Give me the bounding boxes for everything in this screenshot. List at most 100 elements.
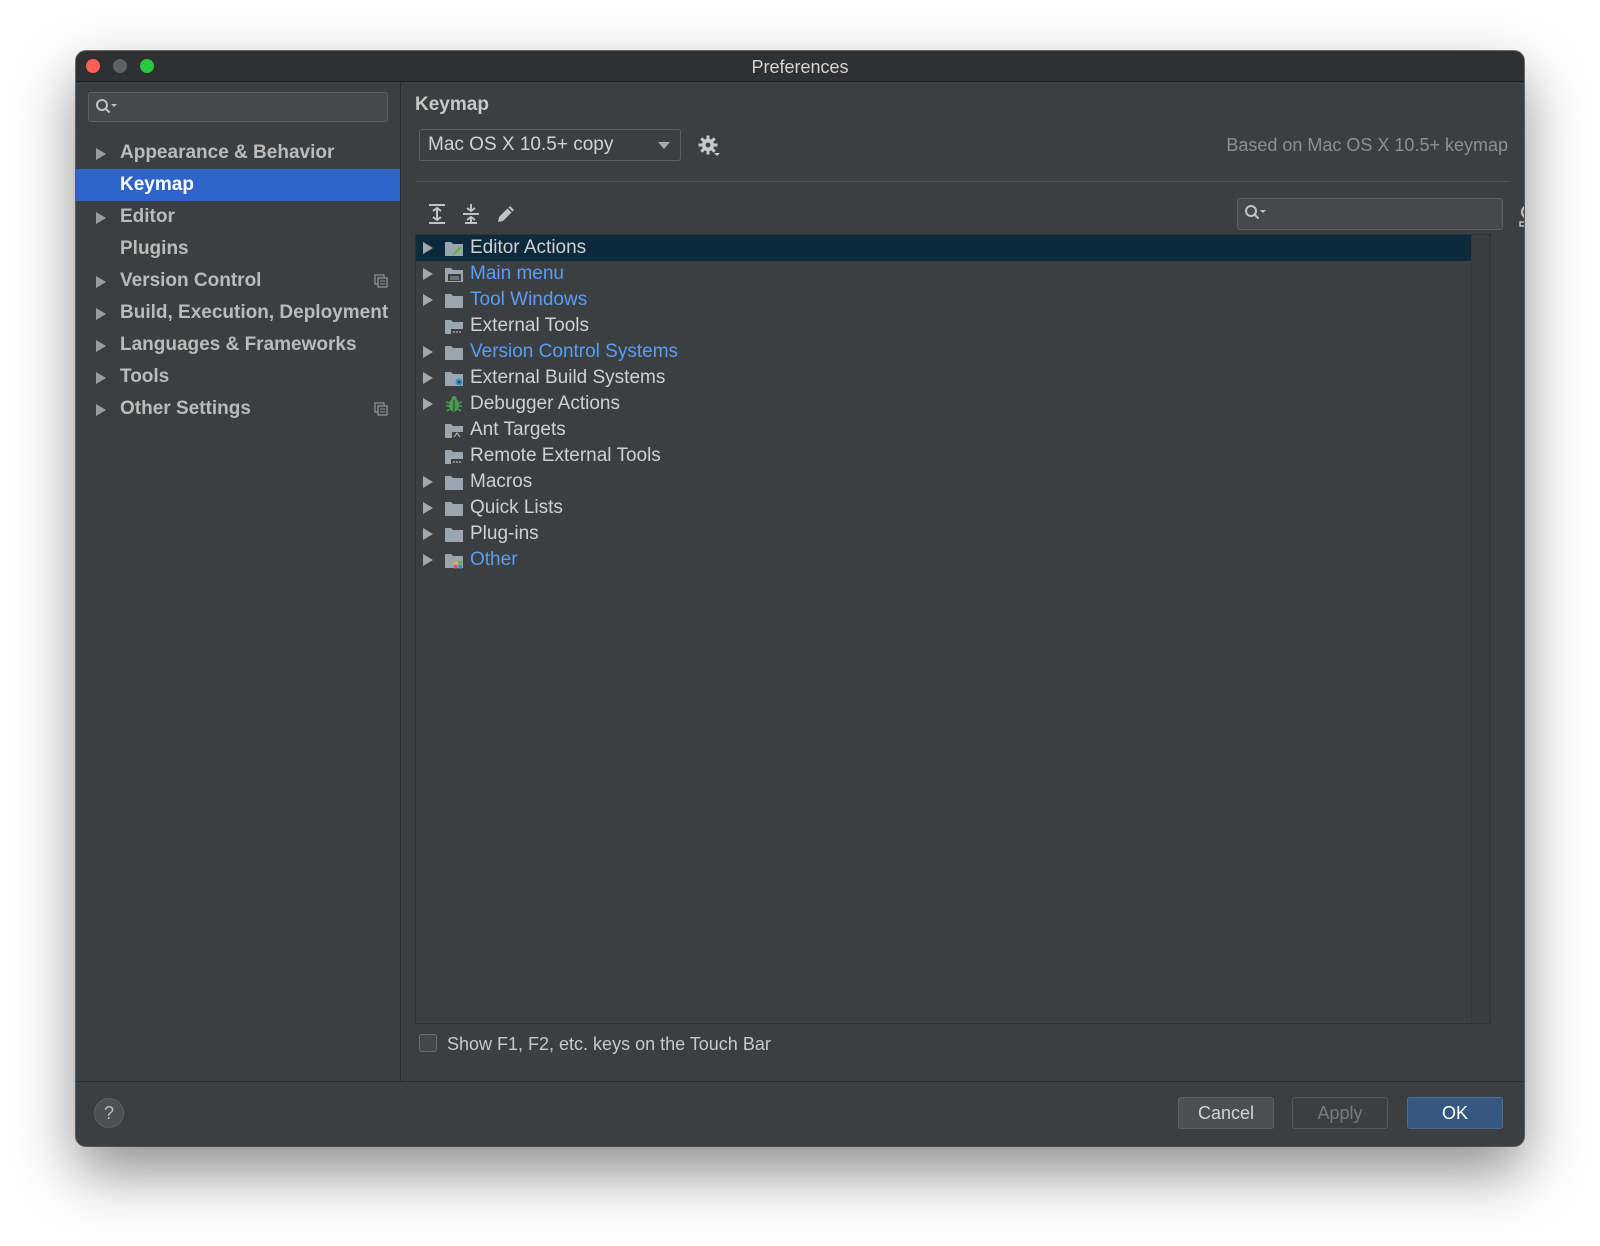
tree-item-label: Debugger Actions [470,393,620,414]
tree-item-version-control-systems[interactable]: Version Control Systems [416,339,1490,365]
tree-item-main-menu[interactable]: Main menu [416,261,1490,287]
page-title: Keymap [415,94,489,115]
expand-arrow-icon[interactable] [96,340,106,352]
tree-item-label: Tool Windows [470,289,588,310]
expand-arrow-icon[interactable] [423,242,433,254]
expand-arrow-icon[interactable] [96,308,106,320]
expand-arrow-icon[interactable] [423,554,433,566]
tree-item-macros[interactable]: Macros [416,469,1490,495]
search-icon [96,99,117,114]
expand-arrow-icon[interactable] [96,276,106,288]
settings-search-field[interactable] [88,92,388,122]
keymap-panel: Keymap Mac OS X 10.5+ copy Based on Mac … [401,82,1524,1082]
divider [415,181,1510,182]
sidebar-item-tools[interactable]: Tools [76,361,400,393]
tree-item-quick-lists[interactable]: Quick Lists [416,495,1490,521]
cancel-button[interactable]: Cancel [1178,1097,1274,1129]
sidebar-item-label: Keymap [120,174,194,195]
sidebar-item-plugins[interactable]: Plugins [76,233,400,265]
tree-item-label: Quick Lists [470,497,563,518]
sidebar-item-editor[interactable]: Editor [76,201,400,233]
tree-item-debugger-actions[interactable]: Debugger Actions [416,391,1490,417]
project-settings-icon [374,274,388,288]
expand-arrow-icon[interactable] [96,148,106,160]
keymap-select-value: Mac OS X 10.5+ copy [428,134,614,155]
tree-item-label: Macros [470,471,533,492]
sidebar-item-label: Version Control [120,270,262,291]
sidebar-item-languages-frameworks[interactable]: Languages & Frameworks [76,329,400,361]
sidebar-item-label: Build, Execution, Deployment [120,302,389,323]
sidebar-item-label: Other Settings [120,398,251,419]
find-by-shortcut-icon[interactable] [1517,202,1524,228]
tree-item-label: Editor Actions [470,237,587,258]
pencil-icon[interactable] [494,202,518,226]
settings-category-list: Appearance & Behavior Keymap Editor Plugins… [76,137,400,425]
search-icon [1245,205,1266,220]
tree-item-remote-external-tools[interactable]: Remote External Tools [416,443,1490,469]
expand-arrow-icon[interactable] [96,404,106,416]
window-title: Preferences [751,57,849,77]
settings-sidebar: Appearance & Behavior Keymap Editor Plugins… [76,82,401,1082]
tree-item-label: Version Control Systems [470,341,679,362]
expand-arrow-icon[interactable] [96,372,106,384]
expand-arrow-icon[interactable] [423,528,433,540]
folder-icon [445,346,463,360]
tree-item-label: External Build Systems [470,367,666,388]
help-button[interactable]: ? [94,1098,124,1128]
chevron-down-icon [658,142,670,149]
tree-item-external-build-systems[interactable]: External Build Systems [416,365,1490,391]
tree-item-label: Remote External Tools [470,445,661,466]
keymap-search-field[interactable] [1237,198,1503,230]
expand-arrow-icon[interactable] [423,294,433,306]
folder-icon [445,528,463,542]
collapse-all-icon[interactable] [459,202,483,226]
dialog-footer: ? Cancel Apply OK [76,1081,1524,1146]
sidebar-item-label: Appearance & Behavior [120,142,335,163]
tree-item-editor-actions[interactable]: Editor Actions [416,235,1472,261]
folder-icon [445,294,463,308]
expand-arrow-icon[interactable] [96,212,106,224]
build-systems-folder-icon [445,372,463,386]
tree-item-external-tools[interactable]: External Tools [416,313,1490,339]
expand-arrow-icon[interactable] [423,476,433,488]
main-menu-folder-icon [445,268,463,282]
touchbar-checkbox-label: Show F1, F2, etc. keys on the Touch Bar [447,1034,771,1054]
gear-icon[interactable] [697,134,721,158]
expand-arrow-icon[interactable] [423,502,433,514]
keymap-select[interactable]: Mac OS X 10.5+ copy [419,129,681,161]
external-tools-folder-icon [445,320,463,334]
sidebar-item-keymap[interactable]: Keymap [76,169,400,201]
sidebar-item-label: Editor [120,206,175,227]
apply-button[interactable]: Apply [1292,1097,1388,1129]
expand-arrow-icon[interactable] [423,398,433,410]
tree-item-label: Main menu [470,263,564,284]
sidebar-item-label: Tools [120,366,170,387]
expand-arrow-icon[interactable] [423,372,433,384]
other-folder-icon [445,554,463,569]
folder-icon [445,502,463,516]
sidebar-item-build-execution-deployment[interactable]: Build, Execution, Deployment [76,297,400,329]
tree-item-label: Other [470,549,518,570]
tree-item-tool-windows[interactable]: Tool Windows [416,287,1490,313]
touchbar-checkbox[interactable] [419,1034,437,1052]
ok-button[interactable]: OK [1407,1097,1503,1129]
folder-icon [445,476,463,490]
tree-item-other[interactable]: Other [416,547,1490,573]
external-tools-folder-icon [445,450,463,464]
project-settings-icon [374,402,388,416]
tree-scrollbar[interactable] [1471,235,1490,1023]
tree-item-ant-targets[interactable]: Ant Targets [416,417,1490,443]
title-bar: Preferences [76,51,1524,82]
expand-arrow-icon[interactable] [423,268,433,280]
ant-targets-folder-icon [445,424,463,438]
tree-item-label: Ant Targets [470,419,566,440]
sidebar-item-other-settings[interactable]: Other Settings [76,393,400,425]
tree-item-label: Plug-ins [470,523,539,544]
tree-item-plug-ins[interactable]: Plug-ins [416,521,1490,547]
sidebar-item-appearance-behavior[interactable]: Appearance & Behavior [76,137,400,169]
sidebar-item-label: Languages & Frameworks [120,334,357,355]
sidebar-item-version-control[interactable]: Version Control [76,265,400,297]
preferences-window: Preferences Appearance & Behavior Keymap E… [76,51,1524,1146]
expand-all-icon[interactable] [425,202,449,226]
expand-arrow-icon[interactable] [423,346,433,358]
